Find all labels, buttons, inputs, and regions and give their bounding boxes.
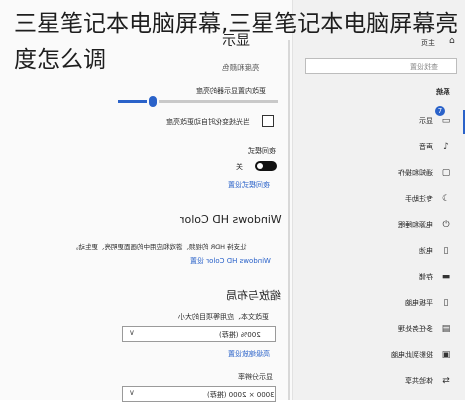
night-light-settings-link[interactable]: 夜间模式设置 xyxy=(228,180,270,190)
battery-icon: ▯ xyxy=(443,246,449,256)
resolution-label: 显示分辨率 xyxy=(238,373,273,381)
multitask-icon: ▤ xyxy=(441,324,451,334)
notification-icon: ▢ xyxy=(441,168,451,178)
sidebar-item-projector[interactable]: ▣ 投影到此电脑 xyxy=(293,344,465,368)
sidebar-item-share[interactable]: ⇄ 体验共享 xyxy=(293,370,465,394)
sidebar-item-label: 多任务处理 xyxy=(398,325,433,333)
power-icon: ⏻ xyxy=(442,220,450,230)
speaker-icon: ♪ xyxy=(443,142,449,152)
notification-badge: 7 xyxy=(435,106,445,116)
sidebar-item-label: 存储 xyxy=(419,273,433,281)
scale-dropdown[interactable]: ∨ 200% (推荐) xyxy=(122,326,276,342)
brightness-label: 更改内置显示器的亮度 xyxy=(196,87,266,95)
sidebar-item-label: 体验共享 xyxy=(405,377,433,385)
sidebar-item-label: 声音 xyxy=(419,143,433,151)
auto-brightness-checkbox[interactable] xyxy=(262,115,274,127)
hdr-description: 让支持 HDR 的视频、游戏和应用中的画面更明亮、更生动。 xyxy=(72,243,247,251)
sidebar-item-label: 电源和睡眠 xyxy=(398,221,433,229)
sidebar-item-notification[interactable]: ▢ 通知和操作 xyxy=(293,162,465,186)
night-light-state: 关 xyxy=(236,163,243,171)
chevron-down-icon: ∨ xyxy=(129,328,135,337)
article-title-overlay: 三星笔记本电脑屏幕,三星笔记本电脑屏幕亮度怎么调 xyxy=(14,11,459,73)
sidebar-group-title: 系统 xyxy=(436,88,450,96)
night-light-toggle[interactable] xyxy=(255,161,277,171)
chevron-down-icon: ∨ xyxy=(129,388,135,397)
share-icon: ⇄ xyxy=(442,376,450,386)
resolution-value: 3000 × 2000 (推荐) xyxy=(207,391,275,399)
advanced-scale-link[interactable]: 高级缩放设置 xyxy=(228,349,270,359)
sidebar-item-moon[interactable]: ☾ 专注助手 xyxy=(293,188,465,212)
sidebar-item-label: 平板电脑 xyxy=(405,299,433,307)
sidebar-item-battery[interactable]: ▯ 电池 xyxy=(293,240,465,264)
projector-icon: ▣ xyxy=(441,350,451,360)
brightness-slider-thumb[interactable] xyxy=(147,94,159,109)
sidebar-item-label: 专注助手 xyxy=(405,195,433,203)
hdr-settings-link[interactable]: Windows HD Color 设置 xyxy=(190,256,271,266)
hdr-heading: Windows HD Color xyxy=(180,213,282,226)
sidebar-item-tablet[interactable]: ▯ 平板电脑 xyxy=(293,292,465,316)
sidebar-item-power[interactable]: ⏻ 电源和睡眠 xyxy=(293,214,465,238)
sidebar-item-storage[interactable]: ▬ 存储 xyxy=(293,266,465,290)
auto-brightness-label: 当光线变化时自动更改亮度 xyxy=(166,118,250,126)
sidebar-item-speaker[interactable]: ♪ 声音 xyxy=(293,136,465,160)
sidebar-item-label: 通知和操作 xyxy=(398,169,433,177)
moon-icon: ☾ xyxy=(441,194,451,204)
sidebar-item-label: 电池 xyxy=(419,247,433,255)
sidebar-item-label: 显示 xyxy=(419,117,433,125)
scale-layout-heading: 缩放与布局 xyxy=(226,289,281,302)
scale-value: 200% (推荐) xyxy=(219,331,261,339)
monitor-icon: ▭ xyxy=(441,116,451,126)
tablet-icon: ▯ xyxy=(443,298,449,308)
storage-icon: ▬ xyxy=(441,272,451,282)
night-light-label: 夜间模式 xyxy=(248,147,276,155)
sidebar-item-label: 投影到此电脑 xyxy=(391,351,433,359)
sidebar-item-multitask[interactable]: ▤ 多任务处理 xyxy=(293,318,465,342)
scale-label: 更改文本、应用等项目的大小 xyxy=(178,313,269,321)
scrollbar[interactable] xyxy=(288,40,290,400)
